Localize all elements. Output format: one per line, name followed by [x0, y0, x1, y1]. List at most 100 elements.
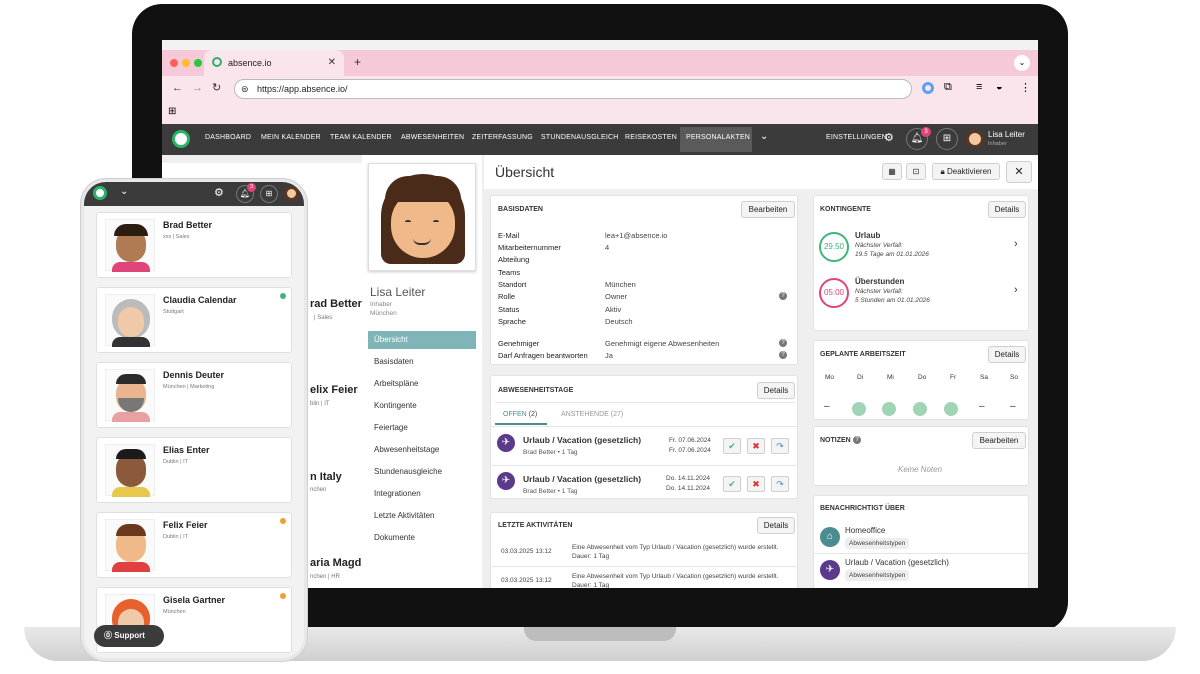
nav-dashboard[interactable]: DASHBOARD [205, 134, 251, 141]
reject-icon[interactable]: ✖ [747, 476, 765, 492]
minimize-window-dot[interactable] [182, 59, 190, 67]
value-status: Aktiv [605, 305, 622, 314]
url-text: https://app.absence.io/ [257, 84, 348, 94]
absence-to: Fr. 07.06.2024 [669, 447, 711, 454]
new-tab-icon[interactable]: + [354, 55, 361, 69]
site-info-icon[interactable]: ⊜ [241, 84, 249, 95]
gear-icon[interactable]: ⚙ [214, 186, 224, 199]
nav-abwesenheiten[interactable]: ABWESENHEITEN [401, 134, 464, 141]
person-card[interactable]: Felix Feier Dublin | IT [96, 512, 292, 578]
absence-logo-icon[interactable] [172, 130, 190, 148]
arbeitszeit-details-button[interactable]: Details [988, 346, 1026, 363]
sidebar-item-stundenausgleiche[interactable]: Stundenausgleiche [368, 463, 476, 481]
absence-title: Urlaub / Vacation (gesetzlich) [523, 435, 642, 445]
address-bar[interactable]: ⊜ https://app.absence.io/ [234, 79, 912, 99]
notification-badge: 3 [247, 183, 256, 192]
user-avatar[interactable] [966, 130, 984, 148]
reject-icon[interactable]: ✖ [747, 438, 765, 454]
gear-icon[interactable]: ⚙ [884, 131, 894, 144]
bookmarks-bar: ⊞ [162, 102, 1038, 124]
value-rolle: Owner [605, 292, 628, 301]
close-tab-icon[interactable]: ✕ [328, 57, 336, 68]
urlaub-ring: 29.50 [819, 232, 849, 262]
absence-logo-icon[interactable] [93, 186, 107, 200]
close-icon[interactable]: ✕ [1006, 161, 1032, 183]
behind-name-1: rad Better [310, 298, 362, 310]
forward-icon[interactable]: ↷ [771, 438, 789, 454]
approve-icon[interactable]: ✔ [723, 476, 741, 492]
nav-team-kalender[interactable]: TEAM KALENDER [330, 134, 392, 141]
sidebar-item-abwesenheitstage[interactable]: Abwesenheitstage [368, 441, 476, 459]
approve-icon[interactable]: ✔ [723, 438, 741, 454]
gift-icon[interactable]: ⊞ [260, 185, 278, 203]
user-avatar[interactable] [284, 186, 299, 201]
sidebar-item-basisdaten[interactable]: Basisdaten [368, 353, 476, 371]
help-icon[interactable]: ? [779, 292, 787, 300]
tab-search-icon[interactable]: ⌄ [1014, 55, 1030, 71]
aktivitaeten-details-button[interactable]: Details [757, 517, 795, 534]
sidebar-item-dokumente[interactable]: Dokumente [368, 529, 476, 547]
sidebar-item-arbeitsplaene[interactable]: Arbeitspläne [368, 375, 476, 393]
gift-icon[interactable]: ⊞ [936, 128, 958, 150]
laptop-notch [524, 627, 676, 641]
tab-offen[interactable]: OFFEN (2) [503, 411, 537, 418]
apps-icon[interactable]: ⊞ [168, 106, 176, 117]
chevron-down-icon[interactable]: ⌄ [120, 186, 128, 197]
tab-anstehende[interactable]: ANSTEHENDE (27) [561, 411, 623, 418]
browser-tab[interactable]: absence.io ✕ [204, 50, 344, 76]
sidebar-item-uebersicht[interactable]: Übersicht [368, 331, 476, 349]
help-icon[interactable]: ? [779, 339, 787, 347]
label-standort: Standort [498, 280, 527, 289]
notify-chip: Abwesenheitstypen [845, 538, 910, 549]
basisdaten-edit-button[interactable]: Bearbeiten [741, 201, 795, 218]
help-icon[interactable]: ? [853, 436, 861, 444]
abwesenheitstage-title: ABWESENHEITSTAGE [498, 387, 574, 394]
notizen-card: NOTIZEN ? Bearbeiten Keine Noten [813, 426, 1029, 486]
back-icon[interactable]: ← [172, 82, 183, 94]
sidebar-item-kontingente[interactable]: Kontingente [368, 397, 476, 415]
notizen-edit-button[interactable]: Bearbeiten [972, 432, 1026, 449]
person-card[interactable]: Elias Enter Dublin | IT [96, 437, 292, 503]
person-card[interactable]: Brad Better xxx | Sales [96, 212, 292, 278]
chevron-right-icon[interactable]: › [1014, 238, 1018, 250]
extension-icon[interactable] [922, 82, 934, 94]
nav-personalakten[interactable]: PERSONALAKTEN [686, 134, 750, 141]
support-button[interactable]: ⓪ Support [94, 625, 164, 647]
nav-zeiterfassung[interactable]: ZEITERFASSUNG [472, 134, 533, 141]
puzzle-icon[interactable]: ⧉ [944, 81, 952, 94]
absence-to: Do. 14.11.2024 [666, 485, 710, 492]
person-card[interactable]: Dennis Deuter München | Marketing [96, 362, 292, 428]
status-dot [280, 518, 286, 524]
kontingente-details-button[interactable]: Details [988, 201, 1026, 218]
sidebar-item-letzte-aktivitaeten[interactable]: Letzte Aktivitäten [368, 507, 476, 525]
user-name[interactable]: Lisa Leiter [988, 130, 1025, 139]
chevron-right-icon[interactable]: › [1014, 284, 1018, 296]
calendar-icon[interactable]: ▦ [882, 163, 902, 180]
playlist-icon[interactable]: ≡ [976, 81, 982, 93]
workday-fr-icon [944, 402, 958, 416]
profile-icon[interactable]: ◒ [996, 81, 1003, 93]
forward-icon[interactable]: → [192, 82, 203, 94]
export-icon[interactable]: ⊡ [906, 163, 926, 180]
close-window-dot[interactable] [170, 59, 178, 67]
deactivate-label: Deaktivieren [947, 167, 992, 176]
forward-icon[interactable]: ↷ [771, 476, 789, 492]
label-sprache: Sprache [498, 317, 526, 326]
menu-icon[interactable]: ⋮ [1020, 81, 1031, 94]
abwesenheitstage-details-button[interactable]: Details [757, 382, 795, 399]
sidebar-item-integrationen[interactable]: Integrationen [368, 485, 476, 503]
deactivate-button[interactable]: 🔒︎ Deaktivieren [932, 163, 1000, 180]
help-icon[interactable]: ? [779, 351, 787, 359]
benachrichtigt-title: BENACHRICHTIGT ÜBER [820, 505, 905, 512]
nav-stundenausgleich[interactable]: STUNDENAUSGLEICH [541, 134, 619, 141]
nav-mein-kalender[interactable]: MEIN KALENDER [261, 134, 321, 141]
help-circle-icon: ⓪ [104, 631, 115, 640]
person-card[interactable]: Claudia Calendar Stuttgart [96, 287, 292, 353]
nav-settings[interactable]: EINSTELLUNGEN [826, 134, 887, 141]
reload-icon[interactable]: ↻ [212, 81, 221, 94]
sidebar-item-feiertage[interactable]: Feiertage [368, 419, 476, 437]
nav-more-chevron-icon[interactable]: ⌄ [760, 131, 769, 142]
person-sub: Dublin | IT [163, 459, 188, 465]
maximize-window-dot[interactable] [194, 59, 202, 67]
nav-reisekosten[interactable]: REISEKOSTEN [625, 134, 677, 141]
